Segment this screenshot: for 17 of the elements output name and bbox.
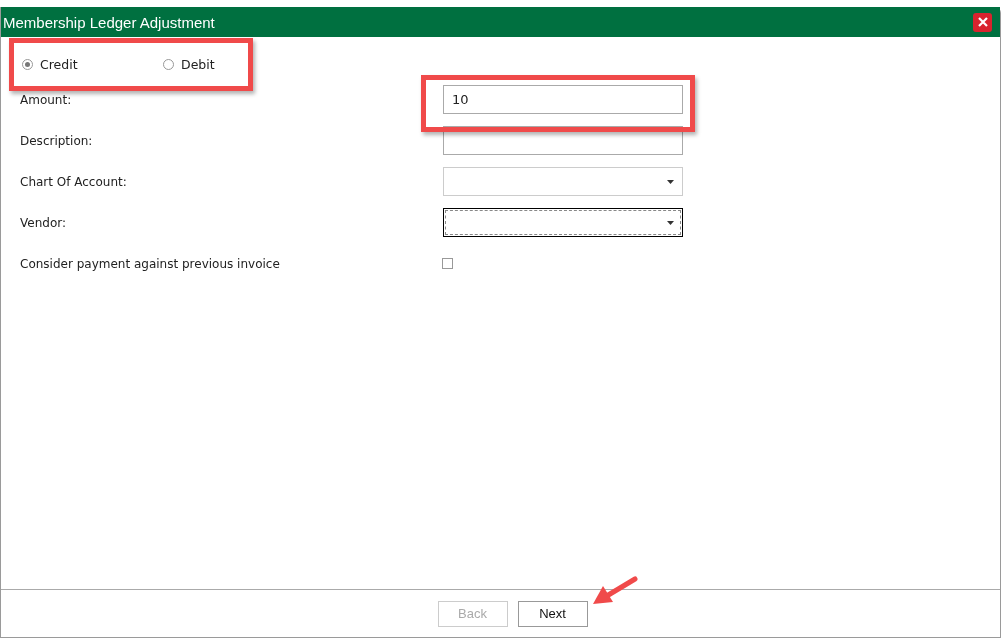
pointer-arrow-drawing — [591, 576, 639, 606]
checkbox[interactable] — [442, 258, 453, 269]
field-label: Amount: — [20, 92, 73, 107]
window-title: Membership Ledger Adjustment — [3, 13, 215, 31]
footer-button[interactable]: Next — [517, 600, 588, 627]
close-icon — [977, 17, 988, 27]
radio-option[interactable]: Debit — [163, 56, 304, 72]
radio-option[interactable]: Credit — [22, 56, 163, 72]
field-label: Chart Of Account: — [20, 174, 128, 189]
caret-icon — [667, 179, 674, 184]
field-label: Consider payment against previous invoice — [20, 256, 281, 271]
field-label: Vendor: — [20, 215, 67, 230]
input-field[interactable]: 10 — [443, 85, 683, 114]
field-label: Description: — [20, 133, 94, 148]
dropdown-field[interactable] — [443, 208, 683, 237]
close-button[interactable] — [973, 12, 992, 32]
caret-icon — [667, 220, 674, 225]
